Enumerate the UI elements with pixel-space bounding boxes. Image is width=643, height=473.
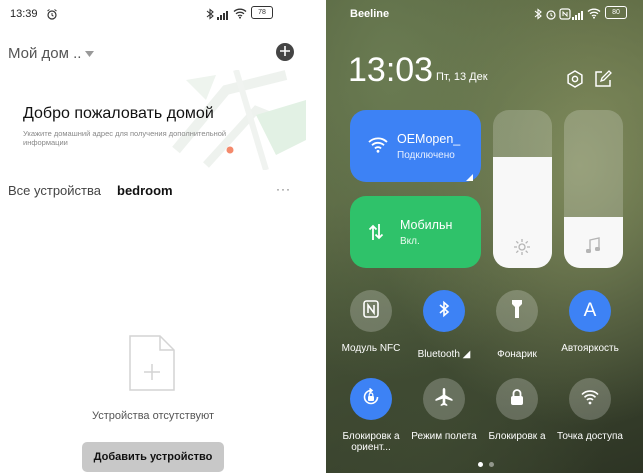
carrier-name: Beeline bbox=[350, 8, 390, 20]
battery-indicator: 80 bbox=[605, 6, 627, 19]
alarm-icon bbox=[545, 7, 557, 25]
welcome-subtitle: Укажите домашний адрес для получения доп… bbox=[23, 129, 227, 147]
chevron-down-icon bbox=[85, 44, 95, 62]
airplane-icon bbox=[434, 387, 454, 412]
data-arrows-icon bbox=[368, 223, 384, 246]
letter-a-icon: A bbox=[583, 300, 597, 321]
hotspot-icon bbox=[580, 388, 600, 411]
rotation-lock-toggle[interactable] bbox=[350, 378, 392, 420]
airplane-mode-toggle[interactable] bbox=[423, 378, 465, 420]
bluetooth-icon bbox=[533, 7, 543, 25]
bluetooth-toggle[interactable] bbox=[423, 290, 465, 332]
page-dot-active bbox=[478, 462, 483, 467]
add-button[interactable] bbox=[276, 43, 294, 61]
tab-all-devices[interactable]: Все устройства bbox=[8, 183, 101, 198]
smart-home-app-screen: 13:39 78 Мой дом .. Добро пожаловать дом… bbox=[0, 0, 314, 473]
volume-slider[interactable] bbox=[564, 110, 623, 268]
home-selector[interactable]: Мой дом .. bbox=[8, 44, 95, 62]
airplane-mode-label: Режим полета bbox=[411, 431, 477, 442]
wifi-icon bbox=[233, 6, 247, 24]
auto-brightness-toggle[interactable]: A bbox=[569, 290, 611, 332]
lock-screen-label: Блокировк а bbox=[488, 431, 546, 442]
settings-icon[interactable] bbox=[566, 70, 584, 93]
flashlight-label: Фонарик bbox=[497, 349, 537, 360]
auto-brightness-label: Автояркость bbox=[561, 343, 619, 354]
wifi-network-name: OEMopen_ bbox=[397, 132, 461, 146]
bluetooth-label: Bluetooth ◢ bbox=[417, 349, 471, 360]
add-device-button[interactable]: Добавить устройство bbox=[82, 442, 224, 472]
signal-icon bbox=[572, 7, 586, 25]
battery-indicator: 78 bbox=[251, 6, 273, 19]
signal-icon bbox=[217, 7, 231, 25]
plus-icon bbox=[280, 43, 290, 61]
hotspot-toggle[interactable] bbox=[569, 378, 611, 420]
mobile-data-name: Мобильн bbox=[400, 218, 453, 232]
control-center-screen: Beeline 80 13:03 Пт, 13 Дек OEMopen_ Под… bbox=[326, 0, 643, 473]
flashlight-icon bbox=[511, 299, 523, 324]
wifi-icon bbox=[368, 136, 388, 158]
page-dot bbox=[489, 462, 494, 467]
mobile-data-tile[interactable]: Мобильн Вкл. bbox=[350, 196, 481, 268]
edit-icon[interactable] bbox=[594, 70, 612, 93]
wifi-status: Подключено bbox=[397, 150, 455, 161]
more-menu-button[interactable]: ··· bbox=[276, 182, 291, 196]
clock-date: Пт, 13 Дек bbox=[436, 71, 488, 83]
wifi-icon bbox=[587, 6, 601, 24]
home-selector-label: Мой дом .. bbox=[8, 44, 82, 62]
nfc-icon bbox=[363, 299, 379, 323]
status-time: 13:39 bbox=[10, 8, 38, 20]
welcome-title: Добро пожаловать домой bbox=[23, 105, 214, 122]
bluetooth-icon bbox=[438, 300, 450, 323]
tab-bedroom[interactable]: bedroom bbox=[117, 183, 173, 198]
rotation-lock-label: Блокировк а ориент... bbox=[342, 431, 400, 453]
mobile-data-status: Вкл. bbox=[400, 236, 420, 247]
rotation-lock-icon bbox=[361, 387, 381, 412]
bluetooth-icon bbox=[205, 7, 215, 25]
lock-icon bbox=[509, 388, 525, 411]
music-note-icon bbox=[585, 237, 601, 260]
nfc-status-icon bbox=[559, 7, 571, 25]
wifi-tile[interactable]: OEMopen_ Подключено bbox=[350, 110, 481, 182]
nfc-label: Модуль NFC bbox=[341, 343, 401, 354]
file-add-icon bbox=[128, 334, 176, 397]
clock-time: 13:03 bbox=[348, 51, 434, 89]
sun-icon bbox=[513, 238, 531, 261]
empty-state-text: Устройства отсутствуют bbox=[92, 410, 214, 422]
brightness-slider[interactable] bbox=[493, 110, 552, 268]
alarm-icon bbox=[46, 7, 58, 25]
nfc-toggle[interactable] bbox=[350, 290, 392, 332]
expand-corner-icon bbox=[466, 168, 473, 186]
hotspot-label: Точка доступа bbox=[557, 431, 623, 442]
flashlight-toggle[interactable] bbox=[496, 290, 538, 332]
lock-screen-toggle[interactable] bbox=[496, 378, 538, 420]
